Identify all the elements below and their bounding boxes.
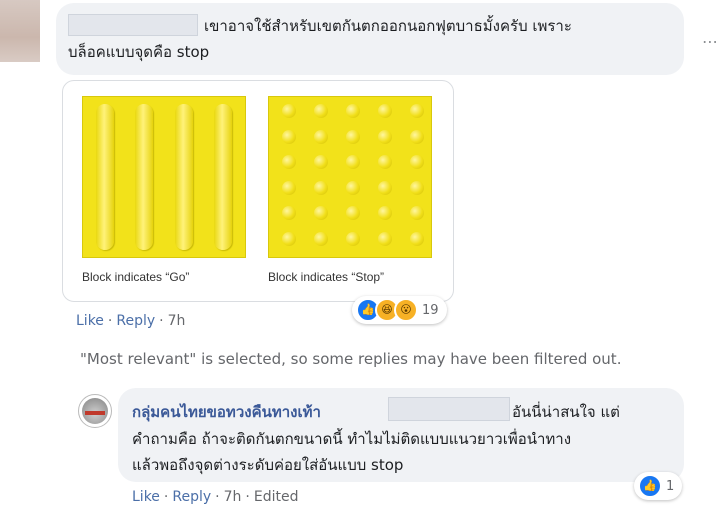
truncated-dome (378, 104, 392, 118)
truncated-dome (410, 129, 424, 144)
raised-bar (175, 104, 193, 250)
truncated-dome (378, 129, 392, 144)
truncated-dome (346, 104, 360, 118)
truncated-dome (314, 155, 328, 169)
reply-author-name[interactable]: กลุ่มคนไทยขอทวงคืนทางเท้า (132, 400, 321, 424)
truncated-dome (346, 129, 360, 144)
truncated-dome (410, 155, 424, 169)
reaction-summary[interactable]: 👍 😆 😮 19 (352, 296, 447, 324)
truncated-dome (282, 206, 296, 220)
reply-link[interactable]: Reply (172, 489, 211, 505)
truncated-dome (314, 129, 328, 144)
reply-text-line2: คำถามคือ ถ้าจะติดกันตกขนาดนี้ ทำไมไม่ติด… (132, 430, 572, 448)
truncated-dome (314, 206, 328, 220)
truncated-dome (346, 206, 360, 220)
truncated-dome (410, 104, 424, 118)
raised-bar (135, 104, 153, 250)
go-block-tile (82, 96, 246, 258)
commenter-avatar[interactable] (0, 0, 40, 62)
reply-link[interactable]: Reply (116, 313, 155, 329)
timestamp[interactable]: 7h (224, 489, 242, 505)
reply-avatar[interactable] (78, 394, 112, 428)
truncated-dome (410, 231, 424, 246)
like-icon: 👍 (638, 474, 662, 498)
truncated-dome (410, 180, 424, 195)
comment-text-line1: เขาอาจใช้สำหรับเขตกันตกออกนอกฟุตบาธมั้งค… (204, 17, 572, 35)
stop-block-tile (268, 96, 432, 258)
like-link[interactable]: Like (76, 313, 104, 329)
edited-label[interactable]: Edited (254, 489, 299, 505)
stop-caption: Block indicates “Stop” (268, 270, 385, 284)
truncated-dome (346, 231, 360, 246)
truncated-dome (282, 129, 296, 144)
comment-text: เขาอาจใช้สำหรับเขตกันตกออกนอกฟุตบาธมั้งค… (68, 13, 668, 65)
truncated-dome (378, 206, 392, 220)
filter-notice: "Most relevant" is selected, so some rep… (80, 350, 622, 368)
truncated-dome (346, 155, 360, 169)
truncated-dome (410, 206, 424, 220)
timestamp[interactable]: 7h (168, 313, 186, 329)
go-caption: Block indicates “Go” (82, 270, 190, 284)
raised-bar (214, 104, 232, 250)
truncated-dome (282, 155, 296, 169)
raised-bar (96, 104, 114, 250)
wow-icon: 😮 (394, 298, 418, 322)
truncated-dome (282, 231, 296, 246)
truncated-dome (314, 231, 328, 246)
reaction-count: 19 (422, 302, 439, 318)
truncated-dome (378, 155, 392, 169)
truncated-dome (282, 104, 296, 118)
reply-text-line1: อันนี่น่าสนใจ แต่ (512, 403, 620, 421)
reply-text: คำถามคือ ถ้าจะติดกันตกขนาดนี้ ทำไมไม่ติด… (132, 426, 692, 478)
comment-actions: Like · Reply · 7h (76, 313, 186, 329)
like-link[interactable]: Like (132, 489, 160, 505)
truncated-dome (378, 180, 392, 195)
reply-text-line3: แล้วพอถึงจุดต่างระดับค่อยใส่อันแบบ stop (132, 456, 404, 474)
truncated-dome (314, 180, 328, 195)
truncated-dome (346, 180, 360, 195)
avatar-stripe (85, 411, 105, 415)
comment-text-line2: บล็อคแบบจุดคือ stop (68, 43, 210, 61)
reply-actions: Like · Reply · 7h · Edited (132, 489, 299, 505)
more-options-icon[interactable]: ⋯ (700, 32, 720, 52)
truncated-dome (282, 180, 296, 195)
truncated-dome (378, 231, 392, 246)
truncated-dome (314, 104, 328, 118)
redacted-tag (388, 397, 510, 421)
reaction-count: 1 (666, 478, 675, 494)
reply-reaction-summary[interactable]: 👍 1 (634, 472, 683, 500)
